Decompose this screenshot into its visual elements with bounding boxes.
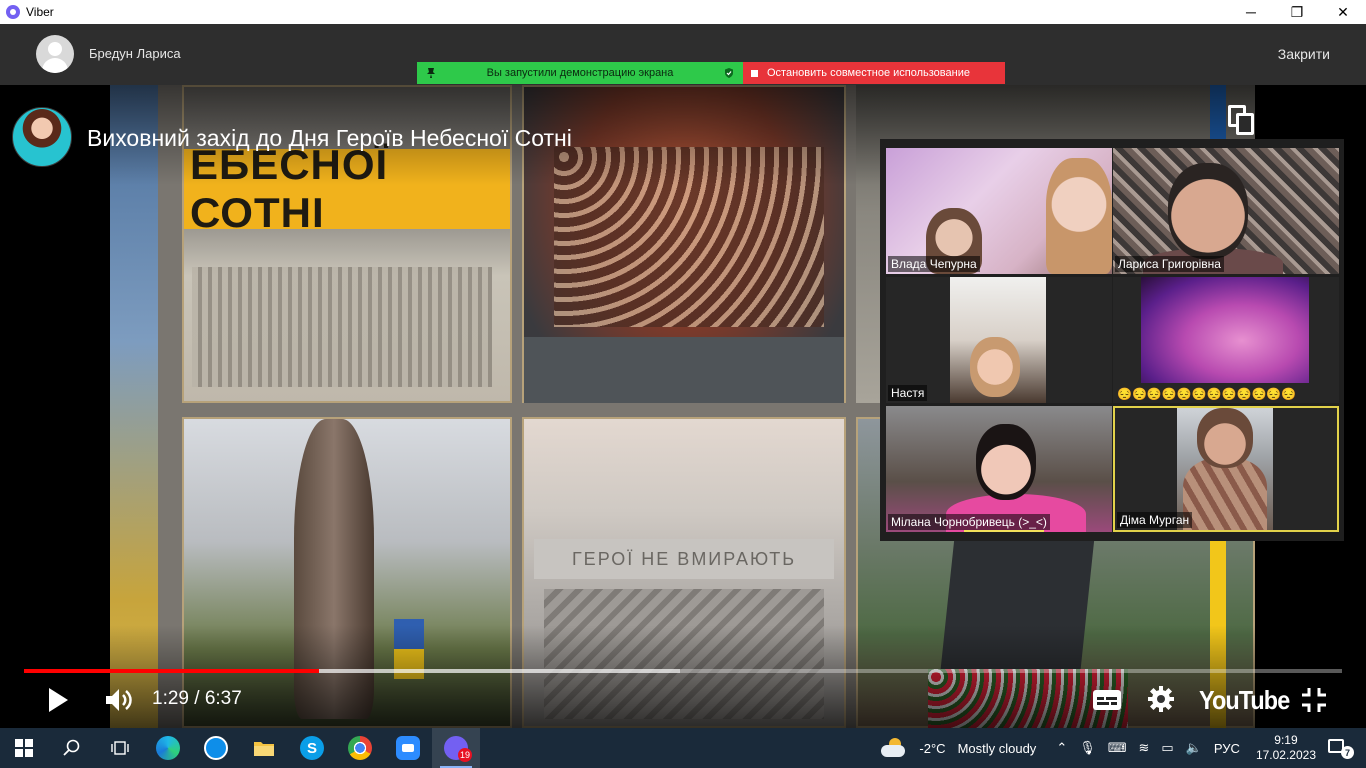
play-button[interactable] [46, 687, 70, 713]
taskbar-file-explorer[interactable] [240, 728, 288, 768]
stop-icon [751, 69, 758, 77]
window-titlebar: Viber ─ ❐ ✕ [0, 0, 1366, 24]
clock-time: 9:19 [1274, 733, 1298, 747]
search-button[interactable] [48, 728, 96, 768]
notification-count: 7 [1341, 746, 1354, 759]
skype-icon: S [300, 736, 324, 760]
window-controls: ─ ❐ ✕ [1228, 0, 1366, 24]
folder-icon [254, 742, 274, 756]
weather-temperature[interactable]: -2°C [919, 741, 945, 756]
start-button[interactable] [0, 728, 48, 768]
copy-link-icon[interactable] [1228, 105, 1256, 135]
memorial-plaque-text: ГЕРОЇ НЕ ВМИРАЮТЬ [534, 539, 834, 579]
task-view-icon [111, 741, 129, 755]
viber-unread-badge: 19 [457, 748, 472, 762]
taskbar-zoom[interactable] [384, 728, 432, 768]
participant-name: Лариса Григорівна [1115, 256, 1224, 272]
stop-sharing-button[interactable]: Остановить совместное использование [743, 62, 1005, 84]
search-icon [63, 739, 80, 756]
screen-share-banner: Вы запустили демонстрацию экрана Останов… [417, 62, 1005, 84]
play-icon [49, 688, 68, 712]
settings-button[interactable] [1147, 685, 1175, 713]
speaker-icon[interactable]: 🔈 [1186, 740, 1202, 756]
chrome-icon [348, 736, 372, 760]
participant-tile[interactable]: Лариса Григорівна [1113, 148, 1339, 274]
caller-name: Бредун Лариса [89, 46, 181, 61]
participant-name: Влада Чепурна [888, 256, 980, 272]
notification-center-button[interactable]: 7 [1326, 737, 1354, 759]
speaking-indicator [964, 530, 1044, 532]
participant-tile[interactable]: Мілана Чорнобривець (>_<) [886, 406, 1112, 532]
close-call-button[interactable]: Закрити [1278, 46, 1330, 62]
minimize-button[interactable]: ─ [1228, 0, 1274, 24]
clock-date: 17.02.2023 [1255, 748, 1316, 762]
taskbar-clock[interactable]: 9:19 17.02.2023 [1256, 733, 1316, 763]
battery-icon[interactable]: ▭ [1161, 740, 1173, 756]
screen-share-status: Вы запустили демонстрацию экрана [417, 62, 743, 84]
weather-icon[interactable] [881, 738, 907, 758]
participant-name: Настя [888, 385, 928, 401]
shield-check-icon [724, 68, 733, 78]
volume-button[interactable] [104, 686, 134, 714]
edge-icon [156, 736, 180, 760]
caller-avatar [36, 35, 74, 73]
viber-logo-icon [6, 5, 20, 19]
participant-tile-active-speaker[interactable]: Діма Мурган [1113, 406, 1339, 532]
system-tray: -2°C Mostly cloudy ⌃ 🎙 ⌨ ≋ ▭ 🔈 РУС 9:19 … [881, 728, 1366, 768]
chevron-up-icon[interactable]: ⌃ [1056, 740, 1067, 756]
taskbar-skype[interactable]: S [288, 728, 336, 768]
wifi-icon[interactable]: ≋ [1139, 740, 1150, 756]
taskbar-viber[interactable]: 19 [432, 728, 480, 768]
person-icon [48, 42, 62, 56]
participant-name: 😔😔😔😔😔😔😔😔😔😔😔😔 [1117, 387, 1297, 401]
taskbar-chrome[interactable] [336, 728, 384, 768]
taskbar-teamviewer[interactable] [192, 728, 240, 768]
input-language[interactable]: РУС [1214, 741, 1240, 756]
progress-bar[interactable] [24, 669, 1342, 673]
exit-fullscreen-button[interactable] [1301, 687, 1327, 713]
channel-avatar[interactable] [12, 107, 72, 167]
video-title[interactable]: Виховний захід до Дня Героїв Небесної Со… [87, 125, 572, 152]
time-display: 1:29 / 6:37 [152, 688, 242, 709]
participant-tile[interactable]: 😔😔😔😔😔😔😔😔😔😔😔😔 [1113, 277, 1339, 403]
task-view-button[interactable] [96, 728, 144, 768]
close-window-button[interactable]: ✕ [1320, 0, 1366, 24]
played-bar [24, 669, 320, 673]
stop-sharing-label: Остановить совместное использование [767, 67, 970, 79]
windows-logo-icon [15, 739, 33, 757]
youtube-logo[interactable]: YouTube [1199, 685, 1290, 716]
gear-icon [1148, 686, 1174, 712]
exit-fullscreen-icon [1302, 688, 1326, 712]
pin-icon [427, 68, 435, 78]
maximize-button[interactable]: ❐ [1274, 0, 1320, 24]
participants-grid: Влада Чепурна Лариса Григорівна Настя 😔😔… [880, 139, 1344, 541]
participant-tile[interactable]: Настя [886, 277, 1112, 403]
participant-tile[interactable]: Влада Чепурна [886, 148, 1112, 274]
teamviewer-icon [204, 736, 228, 760]
taskbar-edge[interactable] [144, 728, 192, 768]
zoom-icon [396, 736, 420, 760]
subtitles-button[interactable] [1092, 688, 1122, 712]
subtitles-icon [1093, 690, 1121, 710]
keyboard-icon[interactable]: ⌨ [1108, 740, 1127, 756]
participant-name: Діма Мурган [1117, 512, 1193, 528]
volume-icon [106, 689, 132, 711]
window-title: Viber [26, 5, 54, 19]
weather-description[interactable]: Mostly cloudy [958, 741, 1037, 756]
microphone-icon[interactable]: 🎙 [1079, 740, 1096, 756]
windows-taskbar: S 19 -2°C Mostly cloudy ⌃ 🎙 ⌨ ≋ ▭ 🔈 РУС … [0, 728, 1366, 768]
participant-name: Мілана Чорнобривець (>_<) [888, 514, 1050, 530]
screen-share-text: Вы запустили демонстрацию экрана [486, 67, 674, 79]
